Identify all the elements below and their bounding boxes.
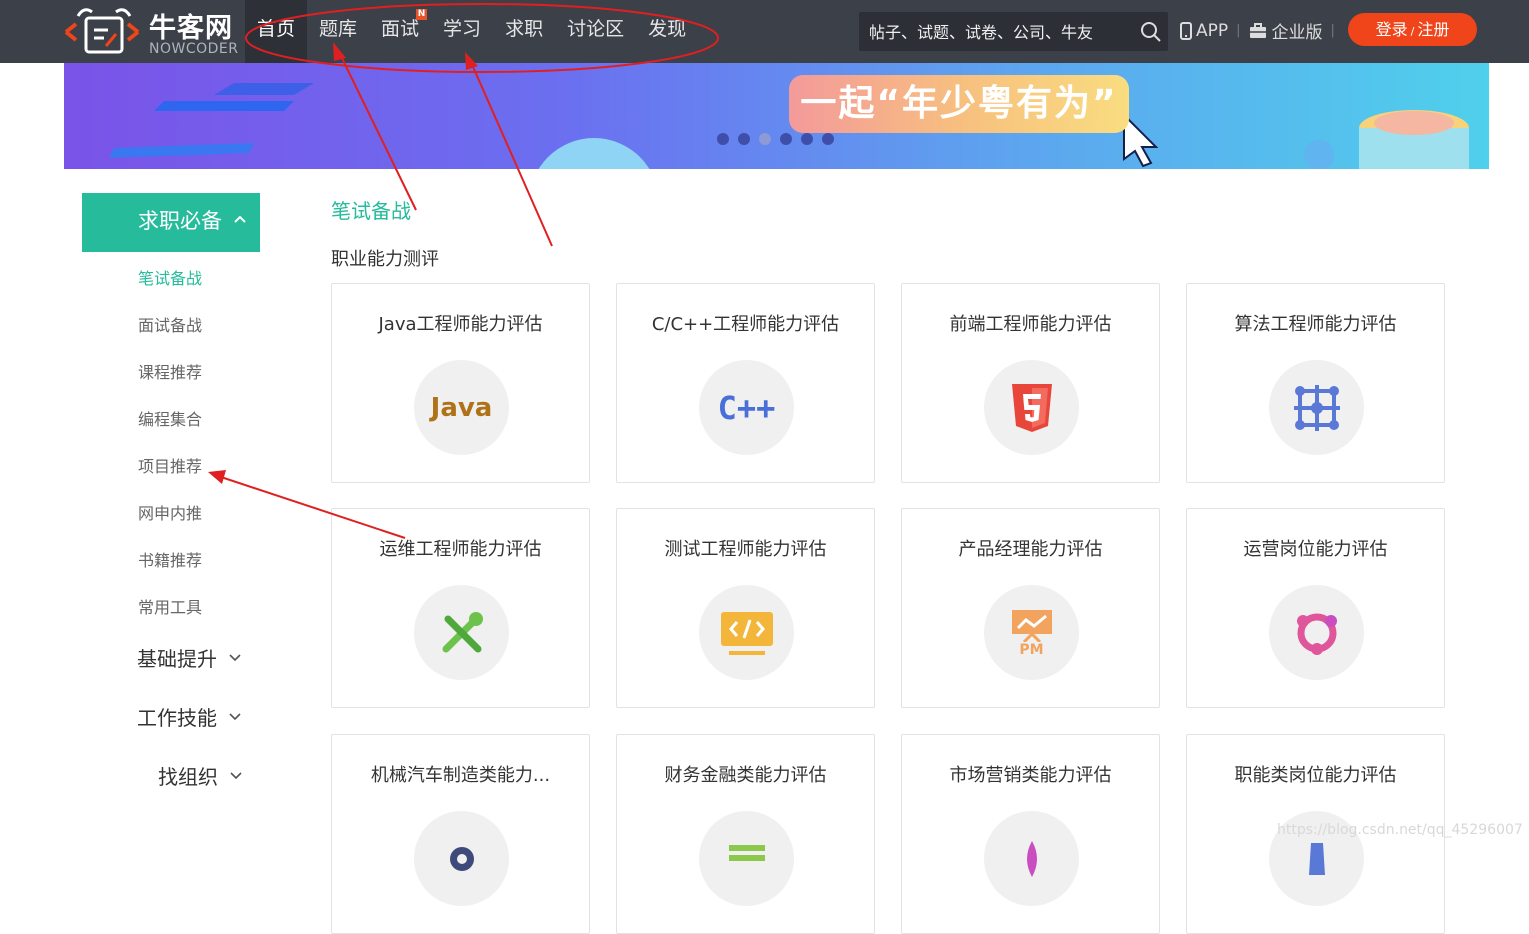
- sidebar-item-referrals[interactable]: 网申内推: [138, 500, 202, 524]
- divider: |: [1236, 23, 1241, 38]
- sidebar-section-label: 求职必备: [138, 209, 222, 233]
- card-title: 市场营销类能力评估: [949, 765, 1112, 786]
- carousel-dot[interactable]: [822, 133, 834, 145]
- app-label: APP: [1196, 20, 1229, 41]
- gear-icon: [414, 811, 509, 906]
- sidebar-item-projects[interactable]: 项目推荐: [138, 453, 202, 477]
- pm-icon: PM: [984, 585, 1079, 680]
- card-title: 算法工程师能力评估: [1234, 314, 1397, 335]
- assessment-card-mechanical[interactable]: 机械汽车制造类能力...: [331, 734, 590, 934]
- logo-subtitle: NOWCODER: [149, 41, 239, 57]
- banner-title: 一起“年少粤有为”: [789, 75, 1129, 133]
- enterprise-link[interactable]: 企业版: [1249, 18, 1323, 43]
- login-register-button[interactable]: 登录 / 注册: [1348, 13, 1477, 46]
- sidebar-item-coding[interactable]: 编程集合: [138, 406, 202, 430]
- nav-interview[interactable]: 面试 N: [369, 0, 431, 63]
- divider: |: [1330, 23, 1335, 38]
- app-link[interactable]: APP: [1180, 21, 1228, 41]
- sidebar-group-work-skills[interactable]: 工作技能: [137, 702, 241, 731]
- finance-icon: [699, 811, 794, 906]
- assessment-card-java[interactable]: Java工程师能力评估 Java: [331, 283, 590, 483]
- carousel-dots: [717, 133, 834, 145]
- search-box: [859, 12, 1168, 53]
- html5-icon: [984, 360, 1079, 455]
- sidebar-group-label: 工作技能: [137, 706, 217, 730]
- assessment-card-algorithm[interactable]: 算法工程师能力评估: [1186, 283, 1445, 483]
- chevron-up-icon: [234, 215, 246, 223]
- sidebar-group-label: 找组织: [158, 765, 218, 789]
- card-title: 运营岗位能力评估: [1243, 539, 1388, 560]
- cpp-icon-text: C++: [717, 388, 776, 427]
- main-nav: 首页 题库 面试 N 学习 求职 讨论区 发现: [245, 0, 698, 63]
- chevron-down-icon: [229, 653, 241, 661]
- new-badge: N: [416, 9, 428, 20]
- card-title: 前端工程师能力评估: [949, 314, 1112, 335]
- pm-icon-text: PM: [1019, 641, 1044, 658]
- chevron-down-icon: [230, 771, 242, 779]
- assessment-card-operations[interactable]: 运营岗位能力评估: [1186, 508, 1445, 708]
- carousel-dot-active[interactable]: [759, 133, 771, 145]
- register-label: 注册: [1417, 20, 1450, 39]
- header-links: APP | 企业版 |: [1180, 18, 1343, 43]
- java-icon-text: Java: [430, 392, 493, 423]
- carousel-dot[interactable]: [717, 133, 729, 145]
- sidebar-group-label: 基础提升: [137, 647, 217, 671]
- logo-title: 牛客网: [149, 13, 233, 44]
- carousel-dot[interactable]: [738, 133, 750, 145]
- operation-icon: [1269, 585, 1364, 680]
- logo-icon: [64, 8, 140, 54]
- marketing-icon: [984, 811, 1079, 906]
- sidebar-item-books[interactable]: 书籍推荐: [138, 547, 202, 571]
- sidebar-item-written-test[interactable]: 笔试备战: [138, 265, 202, 289]
- search-input[interactable]: [867, 12, 1131, 53]
- watermark: https://blog.csdn.net/qq_45296007: [1277, 822, 1523, 838]
- sidebar-section-job-essentials[interactable]: 求职必备: [82, 193, 260, 252]
- assessment-card-finance[interactable]: 财务金融类能力评估: [616, 734, 875, 934]
- card-title: C/C++工程师能力评估: [651, 314, 840, 335]
- sidebar-group-organizations[interactable]: 找组织: [158, 761, 242, 790]
- nav-learn[interactable]: 学习: [431, 0, 493, 63]
- nav-home[interactable]: 首页: [245, 0, 308, 63]
- tools-icon: [414, 585, 509, 680]
- assessment-card-ops[interactable]: 运维工程师能力评估: [331, 508, 590, 708]
- nav-question-bank[interactable]: 题库: [307, 0, 369, 63]
- card-title: Java工程师能力评估: [378, 314, 543, 335]
- card-title: 运维工程师能力评估: [379, 539, 542, 560]
- assessment-card-pm[interactable]: 产品经理能力评估 PM: [901, 508, 1160, 708]
- assessment-card-frontend[interactable]: 前端工程师能力评估: [901, 283, 1160, 483]
- sidebar-item-courses[interactable]: 课程推荐: [138, 359, 202, 383]
- section-title: 笔试备战: [331, 199, 411, 223]
- carousel-dot[interactable]: [780, 133, 792, 145]
- login-label: 登录: [1375, 20, 1408, 39]
- search-icon[interactable]: [1140, 21, 1162, 43]
- assessment-card-cpp[interactable]: C/C++工程师能力评估 C++: [616, 283, 875, 483]
- phone-icon: [1180, 21, 1192, 40]
- card-title: 职能类岗位能力评估: [1234, 765, 1397, 786]
- chevron-down-icon: [229, 712, 241, 720]
- sidebar-item-interview-prep[interactable]: 面试备战: [138, 312, 202, 336]
- card-title: 测试工程师能力评估: [664, 539, 827, 560]
- card-title: 财务金融类能力评估: [664, 765, 827, 786]
- carousel-dot[interactable]: [801, 133, 813, 145]
- nav-discussion[interactable]: 讨论区: [555, 0, 636, 63]
- code-icon: [699, 585, 794, 680]
- card-title: 产品经理能力评估: [958, 539, 1103, 560]
- card-title: 机械汽车制造类能力...: [370, 765, 551, 786]
- briefcase-icon: [1249, 22, 1266, 38]
- nav-discover[interactable]: 发现: [636, 0, 698, 63]
- top-navigation-bar: 牛客网 NOWCODER 首页 题库 面试 N 学习 求职 讨论区 发现 APP…: [0, 0, 1529, 63]
- subsection-title: 职业能力测评: [331, 249, 439, 270]
- sidebar-item-tools[interactable]: 常用工具: [138, 594, 202, 618]
- sidebar-group-basics[interactable]: 基础提升: [137, 643, 241, 672]
- promo-banner[interactable]: 一起“年少粤有为”: [64, 63, 1489, 169]
- algorithm-icon: [1269, 360, 1364, 455]
- assessment-card-marketing[interactable]: 市场营销类能力评估: [901, 734, 1160, 934]
- nav-interview-label: 面试: [381, 18, 420, 40]
- cpp-icon: C++: [699, 360, 794, 455]
- assessment-card-testing[interactable]: 测试工程师能力评估: [616, 508, 875, 708]
- enterprise-label: 企业版: [1271, 23, 1323, 43]
- banner-decoration: [109, 83, 1469, 169]
- java-icon: Java: [414, 360, 509, 455]
- nav-jobs[interactable]: 求职: [493, 0, 555, 63]
